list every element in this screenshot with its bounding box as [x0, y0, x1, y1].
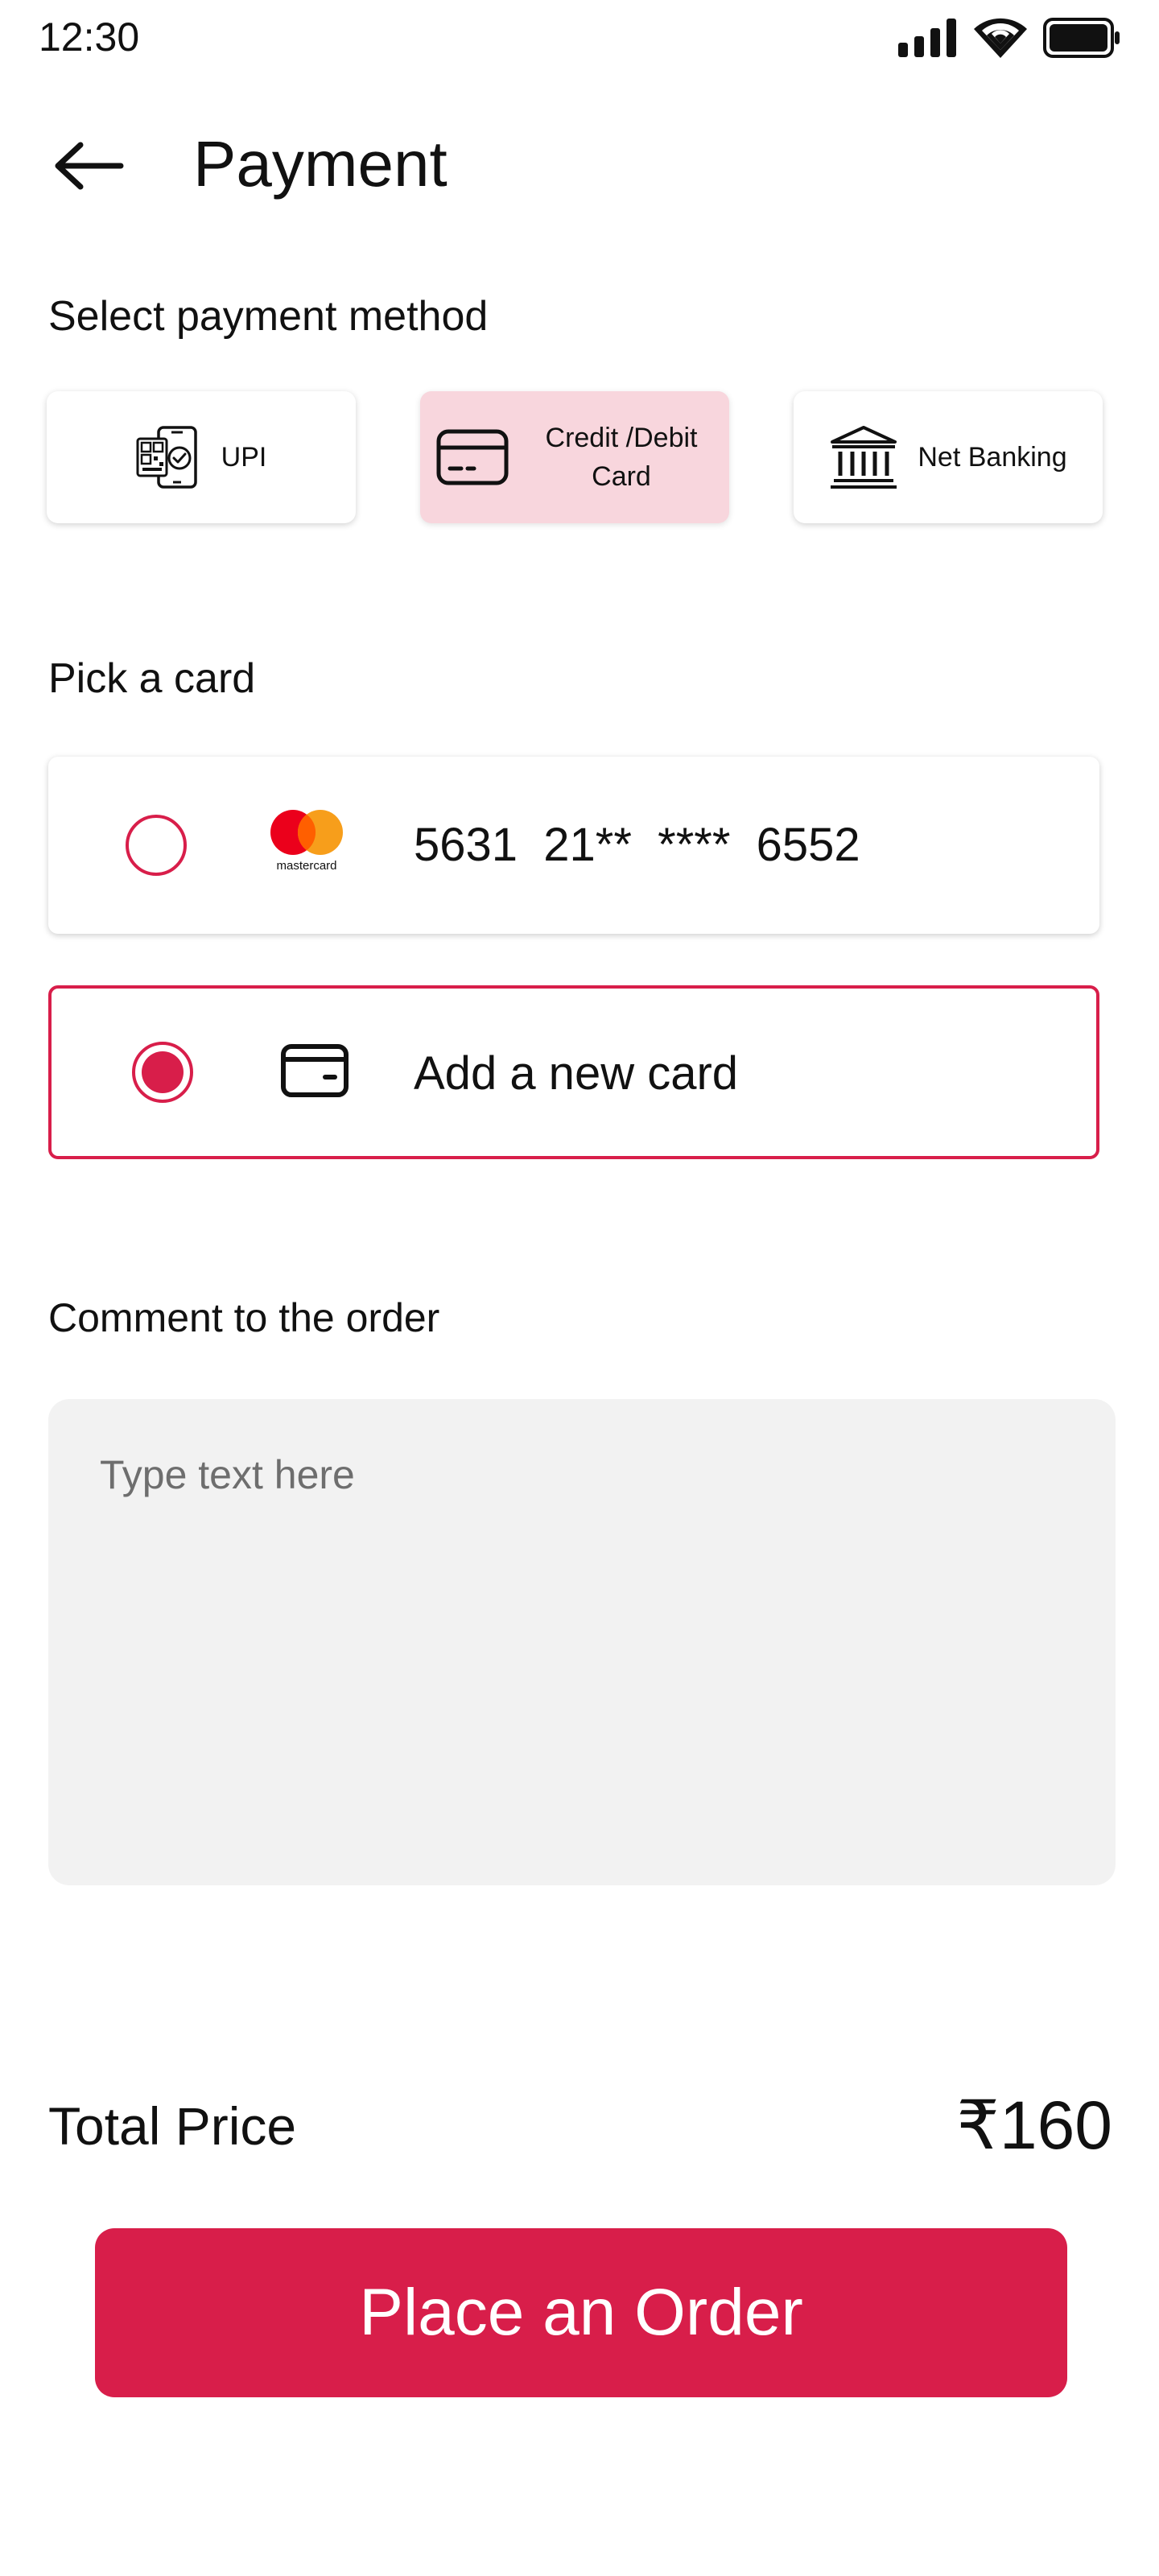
payment-method-card[interactable]: Credit /Debit Card: [420, 391, 729, 523]
arrow-left-icon: [55, 142, 124, 190]
saved-card-number: 5631 21** **** 6552: [414, 819, 860, 871]
add-new-card-option[interactable]: Add a new card: [48, 985, 1099, 1159]
payment-method-netbanking[interactable]: Net Banking: [794, 391, 1103, 523]
mastercard-logo-icon: mastercard: [270, 810, 343, 873]
total-price-label: Total Price: [48, 2096, 297, 2156]
upi-phone-qr-icon: [136, 426, 197, 489]
add-new-card-label: Add a new card: [414, 1047, 739, 1100]
credit-card-icon: [436, 429, 509, 485]
payment-method-card-label: Credit /Debit Card: [545, 423, 698, 492]
svg-text:mastercard: mastercard: [276, 859, 336, 873]
card-icon: [281, 1044, 349, 1097]
status-bar: 12:30: [0, 0, 1159, 74]
status-icons: [898, 18, 1120, 58]
page-title: Payment: [193, 128, 448, 200]
signal-icon: [898, 19, 956, 57]
saved-card-option[interactable]: mastercard 5631 21** **** 6552: [48, 757, 1099, 934]
saved-card-radio[interactable]: [126, 815, 187, 876]
pick-card-label: Pick a card: [48, 655, 256, 702]
place-order-button[interactable]: Place an Order: [95, 2228, 1067, 2397]
wifi-icon: [974, 18, 1027, 58]
add-new-card-radio[interactable]: [132, 1042, 193, 1103]
back-button[interactable]: [48, 134, 129, 198]
status-time: 12:30: [39, 14, 140, 60]
battery-icon: [1043, 18, 1120, 58]
bank-icon: [831, 426, 897, 489]
payment-method-upi-label: UPI: [221, 442, 267, 473]
comment-textarea[interactable]: [48, 1399, 1116, 1885]
total-price-value: ₹160: [956, 2087, 1112, 2163]
payment-method-netbanking-label: Net Banking: [918, 442, 1067, 473]
comment-label: Comment to the order: [48, 1295, 440, 1340]
payment-method-label: Select payment method: [48, 293, 489, 340]
header: Payment: [0, 113, 1159, 217]
payment-method-upi[interactable]: UPI: [47, 391, 356, 523]
